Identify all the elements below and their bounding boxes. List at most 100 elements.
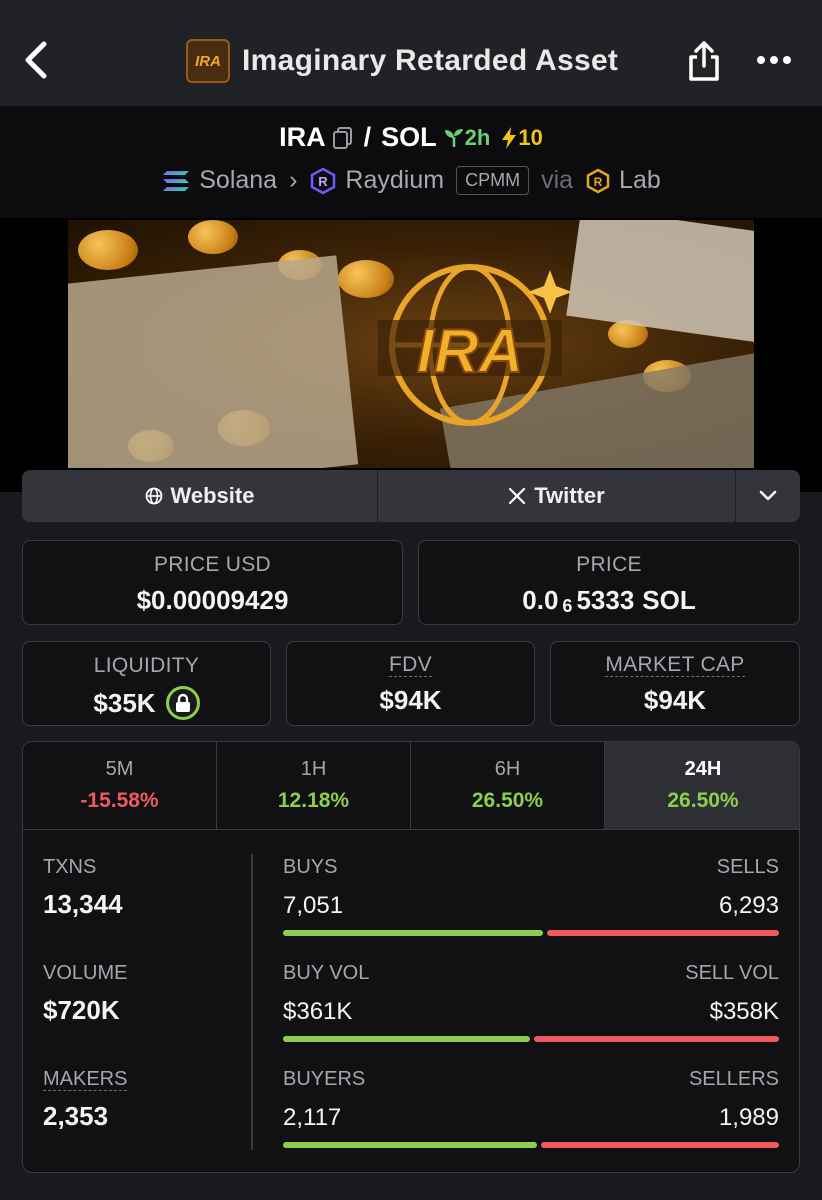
makers-stat: MAKERS 2,353: [43, 1068, 128, 1132]
price-native-zero-count: 6: [562, 596, 573, 616]
sellers-label: SELLERS: [688, 1068, 779, 1090]
copy-icon[interactable]: [332, 126, 354, 150]
buys-bar: [283, 930, 543, 936]
more-dots-icon: [757, 56, 791, 64]
lock-icon: [175, 693, 190, 712]
price-native-digits: 5333: [576, 585, 635, 615]
pair-age-value: 2h: [464, 124, 491, 150]
liquidity-value-wrap: $35K: [23, 686, 270, 720]
token-title: IRA Imaginary Retarded Asset: [186, 38, 618, 84]
sells-bar: [546, 930, 779, 936]
market-cap-label[interactable]: MARKET CAP: [605, 654, 745, 677]
token-logo: IRA: [186, 39, 230, 83]
chevron-right-icon: ›: [289, 166, 298, 194]
timeframe-tabs: 5M -15.58% 1H 12.18% 6H 26.50% 24H 26.50…: [23, 742, 799, 830]
chevron-left-icon: [25, 41, 47, 79]
tab-label: 6H: [494, 758, 521, 780]
liquidity-value: $35K: [93, 687, 156, 718]
volume-stat: VOLUME $720K: [43, 962, 127, 1026]
pair-age: 2h: [443, 124, 491, 151]
boost-badge[interactable]: 10: [500, 125, 543, 151]
tab-1h[interactable]: 1H 12.18%: [217, 742, 411, 829]
sell-vol-bar: [534, 1036, 779, 1042]
liquidity-card: LIQUIDITY $35K: [22, 641, 271, 726]
buy-vol-value: $361K: [283, 998, 353, 1025]
lab-icon: R: [586, 168, 610, 193]
banner-logo-text: IRA: [417, 317, 524, 386]
via-label: via: [541, 166, 574, 194]
more-links-button[interactable]: [736, 470, 800, 522]
top-bar: IRA Imaginary Retarded Asset: [0, 0, 822, 106]
tab-label: 5M: [105, 758, 134, 780]
volume-value: $720K: [43, 995, 120, 1025]
tab-5m[interactable]: 5M -15.58%: [23, 742, 217, 829]
svg-text:R: R: [594, 175, 603, 189]
chevron-down-icon: [759, 490, 777, 501]
sell-vol-value: $358K: [709, 998, 779, 1025]
launchpad-name[interactable]: Lab: [619, 166, 661, 195]
tab-change: 26.50%: [667, 789, 739, 812]
share-icon: [689, 41, 719, 81]
fdv-card: FDV $94K: [286, 641, 535, 726]
column-divider: [251, 854, 253, 1150]
pair-line: IRA / SOL 2h 10: [0, 122, 822, 153]
txns-stat: TXNS 13,344: [43, 856, 123, 920]
price-usd-value: $0.00009429: [136, 585, 289, 615]
coin-decoration: [78, 230, 138, 270]
tab-change: 12.18%: [277, 789, 350, 812]
social-links: Website Twitter: [22, 470, 800, 522]
base-symbol: IRA: [279, 122, 326, 152]
price-native-label: PRICE: [576, 553, 642, 576]
twitter-link[interactable]: Twitter: [378, 470, 736, 522]
makers-label[interactable]: MAKERS: [43, 1068, 128, 1091]
volume-label: VOLUME: [43, 962, 128, 984]
svg-text:R: R: [319, 174, 329, 189]
sprout-icon: [444, 128, 463, 147]
solana-icon: [163, 170, 190, 191]
chain-name[interactable]: Solana: [199, 166, 277, 195]
tab-change: 26.50%: [471, 789, 544, 812]
buys-value: 7,051: [283, 892, 344, 919]
buyers-bar: [283, 1142, 537, 1148]
website-link[interactable]: Website: [22, 470, 378, 522]
buyers-value: 2,117: [283, 1104, 342, 1131]
more-options-button[interactable]: [756, 50, 792, 70]
sells-value: 6,293: [718, 892, 779, 919]
globe-icon: [145, 487, 162, 505]
buy-vol-bar: [283, 1036, 530, 1042]
price-usd-label: PRICE USD: [153, 553, 272, 576]
twitter-label: Twitter: [534, 483, 605, 508]
sells-label: SELLS: [716, 856, 779, 878]
tab-label: 24H: [684, 758, 722, 780]
buyers-label: BUYERS: [283, 1068, 366, 1090]
back-button[interactable]: [20, 40, 56, 80]
txns-label: TXNS: [43, 856, 97, 878]
ira-logo-icon: IRA: [378, 264, 572, 426]
makers-value: 2,353: [43, 1101, 109, 1131]
coin-decoration: [188, 220, 238, 254]
txns-value: 13,344: [43, 889, 123, 919]
share-button[interactable]: [686, 40, 722, 82]
buy-vol-label: BUY VOL: [283, 962, 370, 984]
raydium-icon: R: [311, 167, 336, 194]
buys-label: BUYS: [283, 856, 338, 878]
sell-vol-label: SELL VOL: [685, 962, 779, 984]
fdv-label[interactable]: FDV: [389, 654, 432, 677]
dex-name[interactable]: Raydium: [345, 166, 444, 195]
quote-symbol: SOL: [381, 122, 437, 152]
market-cap-card: MARKET CAP $94K: [550, 641, 800, 726]
price-native-value: 0.0 6 5333 SOL: [419, 585, 799, 616]
paper-scrap: [566, 220, 754, 344]
sellers-bar: [540, 1142, 779, 1148]
trading-stats: 5M -15.58% 1H 12.18% 6H 26.50% 24H 26.50…: [22, 741, 800, 1173]
pair-separator: /: [363, 122, 372, 152]
tab-6h[interactable]: 6H 26.50%: [411, 742, 605, 829]
token-banner-image: IRA: [68, 220, 754, 468]
liquidity-lock-badge[interactable]: [165, 686, 200, 720]
website-label: Website: [170, 483, 255, 508]
tab-24h[interactable]: 24H 26.50%: [605, 742, 799, 829]
lightning-icon: [502, 126, 517, 149]
fdv-value: $94K: [379, 685, 442, 715]
chain-line: Solana › R Raydium CPMM via R Lab: [0, 166, 822, 195]
pool-type-badge: CPMM: [456, 166, 530, 195]
